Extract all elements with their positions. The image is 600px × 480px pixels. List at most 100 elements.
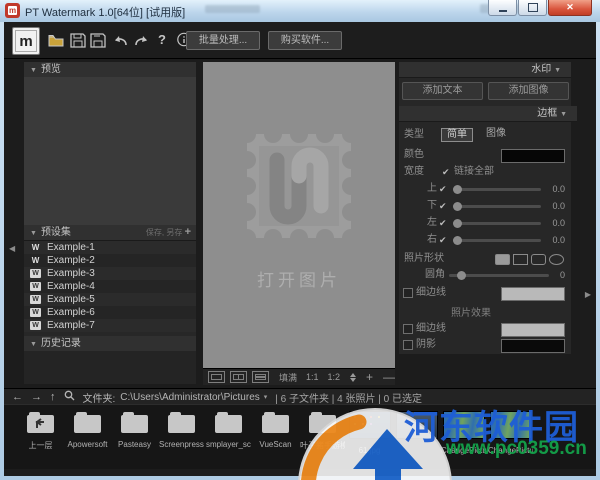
folder-item[interactable]: smplayer_scre.. [206, 409, 251, 461]
folder-icon [168, 415, 195, 433]
history-header-label: 历史记录 [41, 338, 81, 349]
maximize-icon [528, 3, 538, 12]
image-canvas[interactable]: 打开图片 [203, 62, 395, 368]
current-path[interactable]: C:\Users\Administrator\Pictures [120, 392, 259, 403]
close-button[interactable]: ✕ [548, 0, 592, 16]
slider-track[interactable] [453, 205, 541, 208]
undo-icon[interactable] [112, 33, 128, 48]
type-image-tab[interactable]: 图像 [481, 128, 511, 140]
thin-line-color-swatch[interactable] [501, 287, 565, 301]
shadow-checkbox[interactable] [403, 340, 413, 350]
up-arrow-icon[interactable]: ↑ [50, 391, 56, 403]
thin-line-color-swatch[interactable] [501, 323, 565, 337]
slider-label: 下 [427, 199, 437, 213]
presets-actions[interactable]: 保存, 另存 + [146, 225, 191, 240]
back-arrow-icon[interactable]: ← [12, 391, 23, 403]
window-titlebar[interactable]: m PT Watermark 1.0[64位] [试用版] ✕ [0, 0, 600, 22]
folder-icon [262, 415, 289, 433]
presets-actions-label[interactable]: 保存, 另存 [146, 228, 182, 237]
preset-row[interactable]: WExample-6 [24, 306, 196, 319]
zoom-out-button[interactable]: — [383, 370, 395, 384]
shape-ellipse-icon[interactable] [549, 254, 564, 265]
slider-checkbox[interactable]: ✔ [439, 199, 447, 213]
maximize-button[interactable] [518, 0, 547, 16]
radius-slider-knob[interactable] [457, 271, 466, 280]
zoom-1-2-button[interactable]: 1:2 [327, 372, 340, 382]
collapse-right-panel-arrow[interactable]: ▶ [585, 290, 591, 299]
watermark-w-icon: W [30, 243, 41, 252]
preset-row[interactable]: WExample-4 [24, 280, 196, 293]
layout-split-icon[interactable] [230, 371, 247, 383]
watermark-header-label: 水印 [531, 64, 551, 75]
layout-rows-icon[interactable] [252, 371, 269, 383]
watermark-section-header[interactable]: 水印 ▼ [399, 62, 571, 78]
redo-icon[interactable] [134, 33, 150, 48]
add-image-button[interactable]: 添加图像 [488, 82, 569, 100]
border-color-row: 颜色 [399, 148, 571, 162]
preview-section-header[interactable]: ▼预览 [24, 62, 196, 78]
slider-knob[interactable] [453, 185, 462, 194]
site-watermark-url: www.pc0359.cn [446, 438, 587, 460]
slider-knob[interactable] [453, 236, 462, 245]
zoom-fit-button[interactable]: 填满 [279, 371, 297, 384]
link-all-checkbox[interactable]: ✔ [442, 165, 450, 179]
add-text-button[interactable]: 添加文本 [402, 82, 483, 100]
preset-label: Example-1 [47, 241, 95, 254]
minimize-icon [499, 10, 507, 12]
help-button[interactable]: ? [158, 32, 166, 47]
slider-knob[interactable] [453, 219, 462, 228]
slider-checkbox[interactable]: ✔ [439, 182, 447, 196]
slider-knob[interactable] [453, 202, 462, 211]
folder-item[interactable]: Pasteasy [112, 409, 157, 461]
preset-row[interactable]: W Example-1 [24, 241, 196, 254]
folder-up-item[interactable]: 上一层 [18, 409, 63, 461]
slider-track[interactable] [453, 239, 541, 242]
folder-item[interactable]: Screenpresso [159, 409, 204, 461]
save-icon[interactable] [70, 33, 86, 48]
border-color-swatch[interactable] [501, 149, 565, 163]
preset-row[interactable]: WExample-5 [24, 293, 196, 306]
zoom-1-1-button[interactable]: 1:1 [306, 372, 319, 382]
folder-item[interactable]: Apowersoft [65, 409, 110, 461]
type-simple-tab[interactable]: 简单 [441, 128, 473, 142]
collapse-left-panel-arrow[interactable]: ◀ [9, 244, 15, 253]
layout-single-icon[interactable] [208, 371, 225, 383]
shape-rounded-icon[interactable] [531, 254, 546, 265]
minimize-button[interactable] [488, 0, 517, 16]
path-dropdown-icon[interactable]: ▾ [264, 393, 268, 401]
presets-section-header[interactable]: ▼预设集 保存, 另存 + [24, 225, 196, 241]
thin-line-checkbox[interactable] [403, 288, 413, 298]
watermark-stamp-icon: W [30, 269, 41, 278]
width-label: 宽度 [404, 165, 424, 179]
history-section-header[interactable]: ▼历史记录 [24, 336, 196, 352]
buy-software-button[interactable]: 购买软件... [268, 31, 342, 50]
logo-letter: m [19, 33, 32, 50]
radius-label: 圆角 [425, 268, 445, 282]
preset-row[interactable]: WExample-2 [24, 254, 196, 267]
save-as-icon[interactable] [90, 33, 106, 48]
radius-slider-track[interactable] [449, 274, 549, 277]
zoom-stepper-icon[interactable] [350, 373, 356, 382]
zoom-in-button[interactable]: + [366, 370, 373, 384]
open-folder-icon[interactable] [48, 33, 64, 48]
shadow-color-swatch[interactable] [501, 339, 565, 353]
shape-rect-icon[interactable] [513, 254, 528, 265]
shape-filled-rect-icon[interactable] [495, 254, 510, 265]
slider-track[interactable] [453, 222, 541, 225]
add-preset-button[interactable]: + [185, 226, 191, 238]
border-section-header[interactable]: 边框 ▼ [399, 106, 577, 122]
slider-checkbox[interactable]: ✔ [439, 233, 447, 247]
batch-process-button[interactable]: 批量处理... [186, 31, 260, 50]
open-image-label[interactable]: 打开图片 [257, 266, 341, 291]
radius-value: 0 [560, 268, 565, 282]
search-icon[interactable] [64, 390, 75, 404]
preset-row[interactable]: WExample-7 [24, 319, 196, 332]
photo-shape-label: 照片形状 [404, 252, 444, 266]
stamp-logo-watermark [233, 120, 365, 252]
preset-row[interactable]: WExample-3 [24, 267, 196, 280]
thin-line-checkbox[interactable] [403, 324, 413, 334]
slider-checkbox[interactable]: ✔ [439, 216, 447, 230]
slider-track[interactable] [453, 188, 541, 191]
color-label: 颜色 [404, 148, 424, 162]
forward-arrow-icon[interactable]: → [31, 391, 42, 403]
